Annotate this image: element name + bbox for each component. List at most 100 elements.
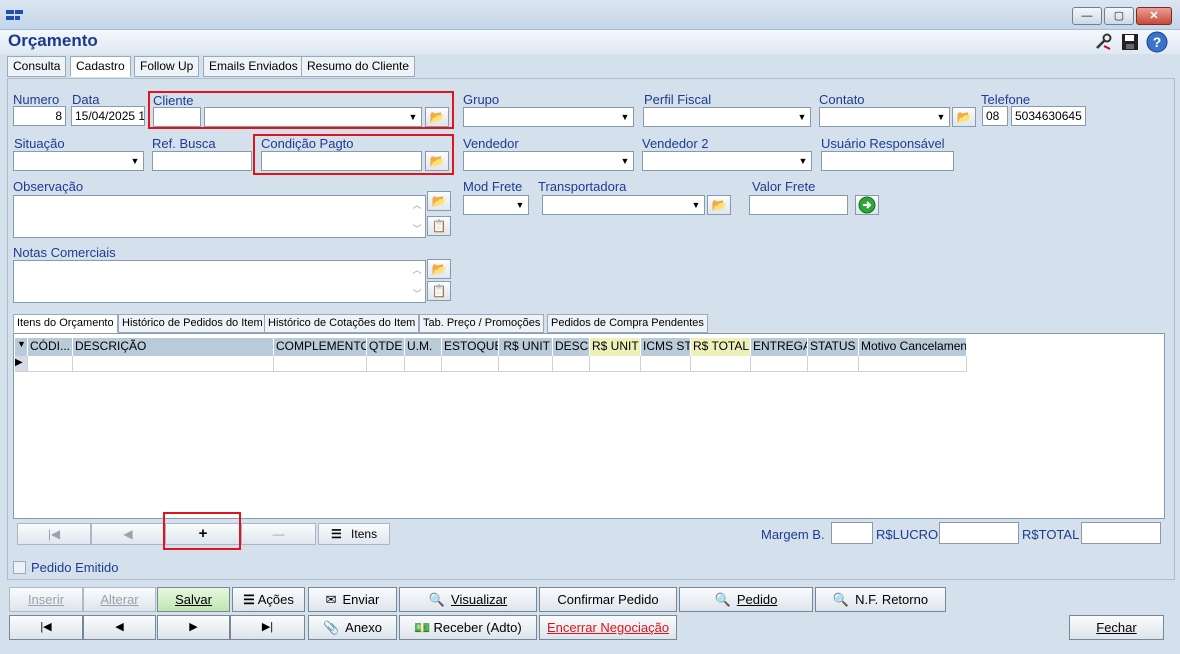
tab-itens-orcamento[interactable]: Itens do Orçamento <box>13 314 118 333</box>
grupo-select[interactable]: ▼ <box>463 107 634 127</box>
valor-frete-go-button[interactable] <box>855 195 879 215</box>
grid-row-indicator[interactable]: ▶ <box>15 356 28 372</box>
ref-busca-field[interactable] <box>152 151 252 171</box>
grid-cell[interactable] <box>405 356 442 372</box>
nav-last-button[interactable]: ▶| <box>230 615 305 640</box>
scroll-down-icon[interactable]: ﹀ <box>410 222 424 235</box>
usuario-responsavel-label: Usuário Responsável <box>821 136 945 151</box>
nf-retorno-button[interactable]: 🔍 N.F. Retorno <box>815 587 946 612</box>
tab-emails-enviados[interactable]: Emails Enviados <box>203 56 304 77</box>
tab-consulta[interactable]: Consulta <box>7 56 67 77</box>
close-window-button[interactable]: ✕ <box>1136 7 1172 25</box>
mod-frete-select[interactable]: ▼ <box>463 195 529 215</box>
tab-cadastro[interactable]: Cadastro <box>70 56 131 77</box>
notas-comerciais-textarea[interactable]: ︿ ﹀ <box>13 260 426 303</box>
grid-col-header[interactable]: CÓDI... <box>28 338 73 356</box>
grid-col-header[interactable]: ESTOQUE <box>442 338 499 356</box>
tab-historico-pedidos-item[interactable]: Histórico de Pedidos do Item <box>118 314 267 333</box>
confirmar-pedido-button[interactable]: Confirmar Pedido <box>539 587 677 612</box>
vendedor-select[interactable]: ▼ <box>463 151 634 171</box>
numero-field[interactable]: 8 <box>13 106 66 126</box>
acoes-button[interactable]: ☰ Ações <box>232 587 305 612</box>
grid-col-header[interactable]: QTDE <box>367 338 405 356</box>
lucro-field[interactable] <box>939 522 1019 544</box>
grid-col-header[interactable]: Motivo Cancelamento <box>859 338 967 356</box>
maximize-button[interactable]: ▢ <box>1104 7 1134 25</box>
grid-first-button[interactable]: |◀ <box>17 523 91 545</box>
telefone-ddd-field[interactable]: 08 <box>982 106 1008 126</box>
grid-col-header[interactable]: ICMS ST. <box>641 338 691 356</box>
items-grid[interactable]: ▼ CÓDI... DESCRIÇÃO COMPLEMENTO QTDE U.M… <box>13 333 1165 519</box>
data-field[interactable]: 15/04/2025 1: <box>71 106 145 126</box>
grid-cell[interactable] <box>859 356 967 372</box>
visualizar-button[interactable]: 🔍 Visualizar <box>399 587 537 612</box>
grid-cell[interactable] <box>590 356 641 372</box>
receber-adto-button[interactable]: 💵 Receber (Adto) <box>399 615 537 640</box>
notas-notes-button[interactable]: 📋 <box>427 281 451 301</box>
floppy-icon[interactable] <box>1121 33 1139 51</box>
nav-next-button[interactable]: ▶ <box>157 615 230 640</box>
nav-prev-button[interactable]: ◀ <box>83 615 156 640</box>
tab-pedidos-compra-pendentes[interactable]: Pedidos de Compra Pendentes <box>547 314 708 333</box>
help-icon[interactable]: ? <box>1145 31 1169 53</box>
grid-col-header[interactable]: COMPLEMENTO <box>274 338 367 356</box>
salvar-button[interactable]: Salvar <box>157 587 230 612</box>
inserir-button[interactable]: Inserir <box>9 587 83 612</box>
grid-cell[interactable] <box>499 356 553 372</box>
observacao-folder-button[interactable]: 📂 <box>427 191 451 211</box>
grid-col-header[interactable]: R$ UNIT <box>590 338 641 356</box>
grid-col-header[interactable]: R$ TOTAL <box>691 338 751 356</box>
telefone-field[interactable]: 5034630645 <box>1011 106 1086 126</box>
tab-resumo-cliente[interactable]: Resumo do Cliente <box>301 56 416 77</box>
situacao-select[interactable]: ▼ <box>13 151 144 171</box>
grid-col-header[interactable]: U.M. <box>405 338 442 356</box>
nav-first-button[interactable]: |◀ <box>9 615 83 640</box>
transportadora-select[interactable]: ▼ <box>542 195 705 215</box>
grid-cell[interactable] <box>751 356 808 372</box>
itens-button[interactable]: ☰ Itens <box>318 523 390 545</box>
grid-col-header[interactable]: R$ UNIT <box>499 338 553 356</box>
grid-cell[interactable] <box>274 356 367 372</box>
alterar-button[interactable]: Alterar <box>83 587 156 612</box>
pedido-button[interactable]: 🔍 Pedido <box>679 587 813 612</box>
grid-cell[interactable] <box>641 356 691 372</box>
scroll-up-icon[interactable]: ︿ <box>410 263 424 276</box>
grid-col-header[interactable]: DESC. <box>553 338 590 356</box>
observacao-notes-button[interactable]: 📋 <box>427 216 451 236</box>
grid-prev-button[interactable]: ◀ <box>91 523 165 545</box>
scroll-up-icon[interactable]: ︿ <box>410 198 424 211</box>
tab-tab-preco-promocoes[interactable]: Tab. Preço / Promoções <box>419 314 545 333</box>
total-field[interactable] <box>1081 522 1161 544</box>
margem-field[interactable] <box>831 522 873 544</box>
notas-folder-button[interactable]: 📂 <box>427 259 451 279</box>
grid-cell[interactable] <box>553 356 590 372</box>
observacao-textarea[interactable]: ︿ ﹀ <box>13 195 426 238</box>
grid-remove-button[interactable]: — <box>241 523 316 545</box>
tab-historico-cotacoes-item[interactable]: Histórico de Cotações do Item <box>264 314 420 333</box>
grid-cell[interactable] <box>28 356 73 372</box>
contato-select[interactable]: ▼ <box>819 107 950 127</box>
grid-col-header[interactable]: DESCRIÇÃO <box>73 338 274 356</box>
grid-cell[interactable] <box>442 356 499 372</box>
valor-frete-field[interactable] <box>749 195 848 215</box>
grid-cell[interactable] <box>367 356 405 372</box>
grid-cell[interactable] <box>691 356 751 372</box>
scroll-down-icon[interactable]: ﹀ <box>410 287 424 300</box>
pedido-emitido-checkbox[interactable] <box>13 561 26 574</box>
grid-col-header[interactable]: ENTREGA <box>751 338 808 356</box>
tab-follow-up[interactable]: Follow Up <box>134 56 200 77</box>
contato-folder-button[interactable]: 📂 <box>952 107 976 127</box>
usuario-responsavel-field[interactable] <box>821 151 954 171</box>
grid-col-header[interactable]: STATUS <box>808 338 859 356</box>
transportadora-folder-button[interactable]: 📂 <box>707 195 731 215</box>
tools-icon[interactable] <box>1094 33 1114 51</box>
perfil-fiscal-select[interactable]: ▼ <box>643 107 811 127</box>
grid-cell[interactable] <box>808 356 859 372</box>
fechar-button[interactable]: Fechar <box>1069 615 1164 640</box>
minimize-button[interactable]: — <box>1072 7 1102 25</box>
anexo-button[interactable]: 📎 Anexo <box>308 615 397 640</box>
enviar-button[interactable]: ✉ Enviar <box>308 587 397 612</box>
grid-cell[interactable] <box>73 356 274 372</box>
encerrar-negociacao-button[interactable]: Encerrar Negociação <box>539 615 677 640</box>
vendedor2-select[interactable]: ▼ <box>642 151 812 171</box>
